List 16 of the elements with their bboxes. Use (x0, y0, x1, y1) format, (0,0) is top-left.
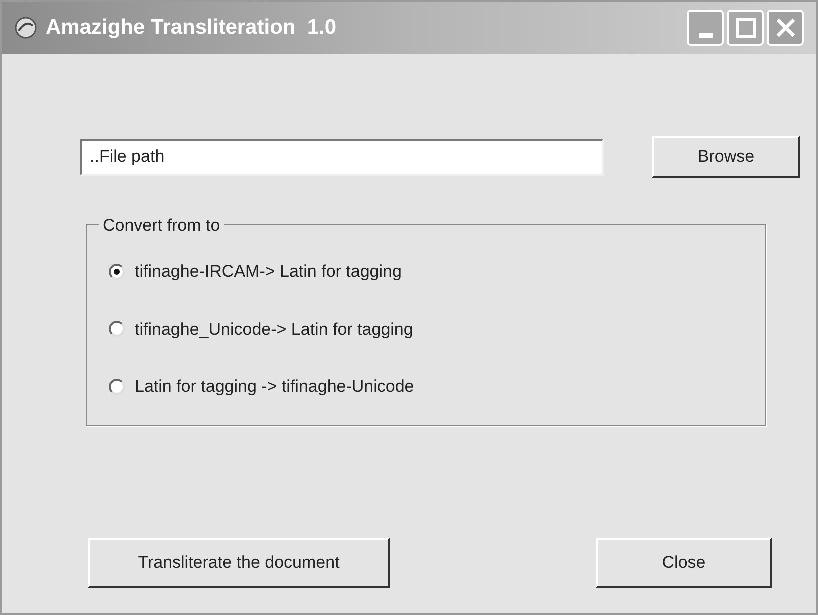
transliterate-button[interactable]: Transliterate the document (88, 538, 390, 588)
close-dialog-button[interactable]: Close (596, 538, 772, 588)
window-title: Amazighe Transliteration 1.0 (46, 15, 337, 42)
close-icon (776, 18, 796, 38)
file-path-field[interactable]: ..File path (80, 138, 604, 176)
radio-button[interactable] (109, 264, 125, 280)
maximize-icon (736, 18, 756, 38)
radio-label[interactable]: tifinaghe-IRCAM-> Latin for tagging (135, 259, 402, 284)
close-button[interactable] (767, 10, 804, 46)
radio-button[interactable] (109, 378, 125, 395)
radio-label[interactable]: tifinaghe_Unicode-> Latin for tagging (135, 316, 414, 342)
browse-button[interactable]: Browse (652, 136, 800, 178)
app-icon (14, 16, 38, 40)
radio-button[interactable] (109, 321, 125, 338)
radio-label[interactable]: Latin for tagging -> tifinaghe-Unicode (135, 374, 414, 400)
minimize-icon (698, 33, 712, 38)
